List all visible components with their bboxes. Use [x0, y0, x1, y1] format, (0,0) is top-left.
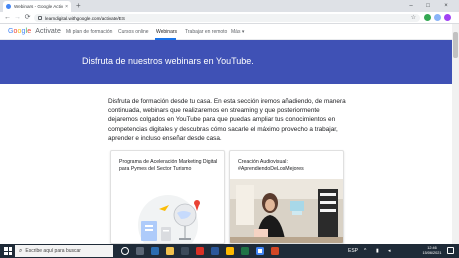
lock-icon	[38, 16, 42, 20]
windows-start-icon[interactable]	[4, 247, 12, 255]
edge-icon[interactable]	[151, 247, 159, 255]
volume-icon[interactable]: ◂	[388, 248, 391, 254]
bookmark-star-icon[interactable]: ☆	[411, 14, 416, 22]
cortana-icon[interactable]	[121, 247, 129, 255]
maximize-button[interactable]: □	[422, 1, 434, 11]
browser-toolbar: ← → ⟳ learndigital.withgoogle.com/activa…	[0, 12, 459, 24]
back-button[interactable]: ←	[3, 13, 12, 23]
page-scrollbar[interactable]	[452, 24, 459, 244]
profile-avatar[interactable]	[444, 14, 451, 21]
banner-title: Disfruta de nuestros webinars en YouTube…	[82, 56, 254, 66]
nav-mas-dropdown[interactable]: Más ▾	[231, 28, 244, 36]
chrome-icon[interactable]	[256, 247, 264, 255]
nav-cursos-online[interactable]: Cursos online	[118, 28, 149, 36]
google-activate-favicon-icon	[6, 4, 11, 9]
google-activate-logo[interactable]: Google Activate	[8, 28, 61, 36]
task-view-icon[interactable]	[136, 247, 144, 255]
new-tab-button[interactable]: +	[76, 1, 81, 11]
forward-button[interactable]: →	[13, 13, 22, 23]
word-icon[interactable]	[211, 247, 219, 255]
chevron-up-icon[interactable]: ^	[364, 248, 366, 254]
nav-mi-plan[interactable]: Mi plan de formación	[66, 28, 112, 36]
hero-banner: Disfruta de nuestros webinars en YouTube…	[0, 40, 452, 84]
nav-webinars[interactable]: Webinars	[156, 28, 177, 36]
taskbar-search-input[interactable]: ⌕ Escribe aquí para buscar	[15, 245, 113, 257]
tab-close-icon[interactable]: ×	[65, 4, 68, 10]
screen: Webinars - Google Activate × + – □ × ← →…	[0, 0, 459, 258]
windows-taskbar: ⌕ Escribe aquí para buscar ESP ^ ▮ ◂ 12:…	[0, 244, 459, 258]
url-text: learndigital.withgoogle.com/activate/ES	[45, 15, 125, 21]
presenter-photo	[230, 179, 343, 243]
logo-product-name: Activate	[35, 28, 61, 35]
minimize-button[interactable]: –	[405, 1, 417, 11]
scrollbar-thumb[interactable]	[453, 32, 458, 58]
excel-icon[interactable]	[241, 247, 249, 255]
browser-tab[interactable]: Webinars - Google Activate ×	[3, 1, 71, 12]
close-window-button[interactable]: ×	[440, 1, 452, 11]
browser-tabstrip: Webinars - Google Activate × + – □ ×	[0, 0, 459, 12]
search-placeholder: Escribe aquí para buscar	[25, 248, 81, 254]
notification-center-icon[interactable]	[447, 247, 454, 254]
card-title: Creación Audiovisual: #AprendiendoDeLosM…	[238, 159, 304, 172]
site-header: Google Activate Mi plan de formación Cur…	[0, 24, 452, 40]
puzzle-extensions-icon[interactable]	[434, 14, 441, 21]
store-icon[interactable]	[181, 247, 189, 255]
folder-icon[interactable]	[226, 247, 234, 255]
file-explorer-icon[interactable]	[166, 247, 174, 255]
acrobat-icon[interactable]	[196, 247, 204, 255]
tab-title: Webinars - Google Activate	[14, 4, 64, 9]
powerpoint-icon[interactable]	[271, 247, 279, 255]
reload-button[interactable]: ⟳	[23, 13, 32, 23]
webinar-card[interactable]: Creación Audiovisual: #AprendiendoDeLosM…	[229, 150, 344, 244]
travel-marketing-illustration	[138, 195, 200, 243]
taskbar-clock[interactable]: 12:46 15/06/2021	[421, 246, 443, 256]
webinar-card[interactable]: Programa de Aceleración Marketing Digita…	[110, 150, 225, 244]
address-bar[interactable]: learndigital.withgoogle.com/activate/ES …	[34, 14, 420, 22]
network-icon[interactable]: ▮	[376, 248, 379, 254]
card-title: Programa de Aceleración Marketing Digita…	[119, 159, 218, 172]
extension-icon[interactable]	[424, 14, 431, 21]
clock-date: 15/06/2021	[422, 251, 442, 255]
search-icon: ⌕	[19, 247, 23, 254]
nav-trabajar-remoto[interactable]: Trabajar en remoto	[185, 28, 227, 36]
intro-paragraph: Disfruta de formación desde tu casa. En …	[108, 98, 346, 142]
language-indicator[interactable]: ESP	[348, 248, 358, 254]
